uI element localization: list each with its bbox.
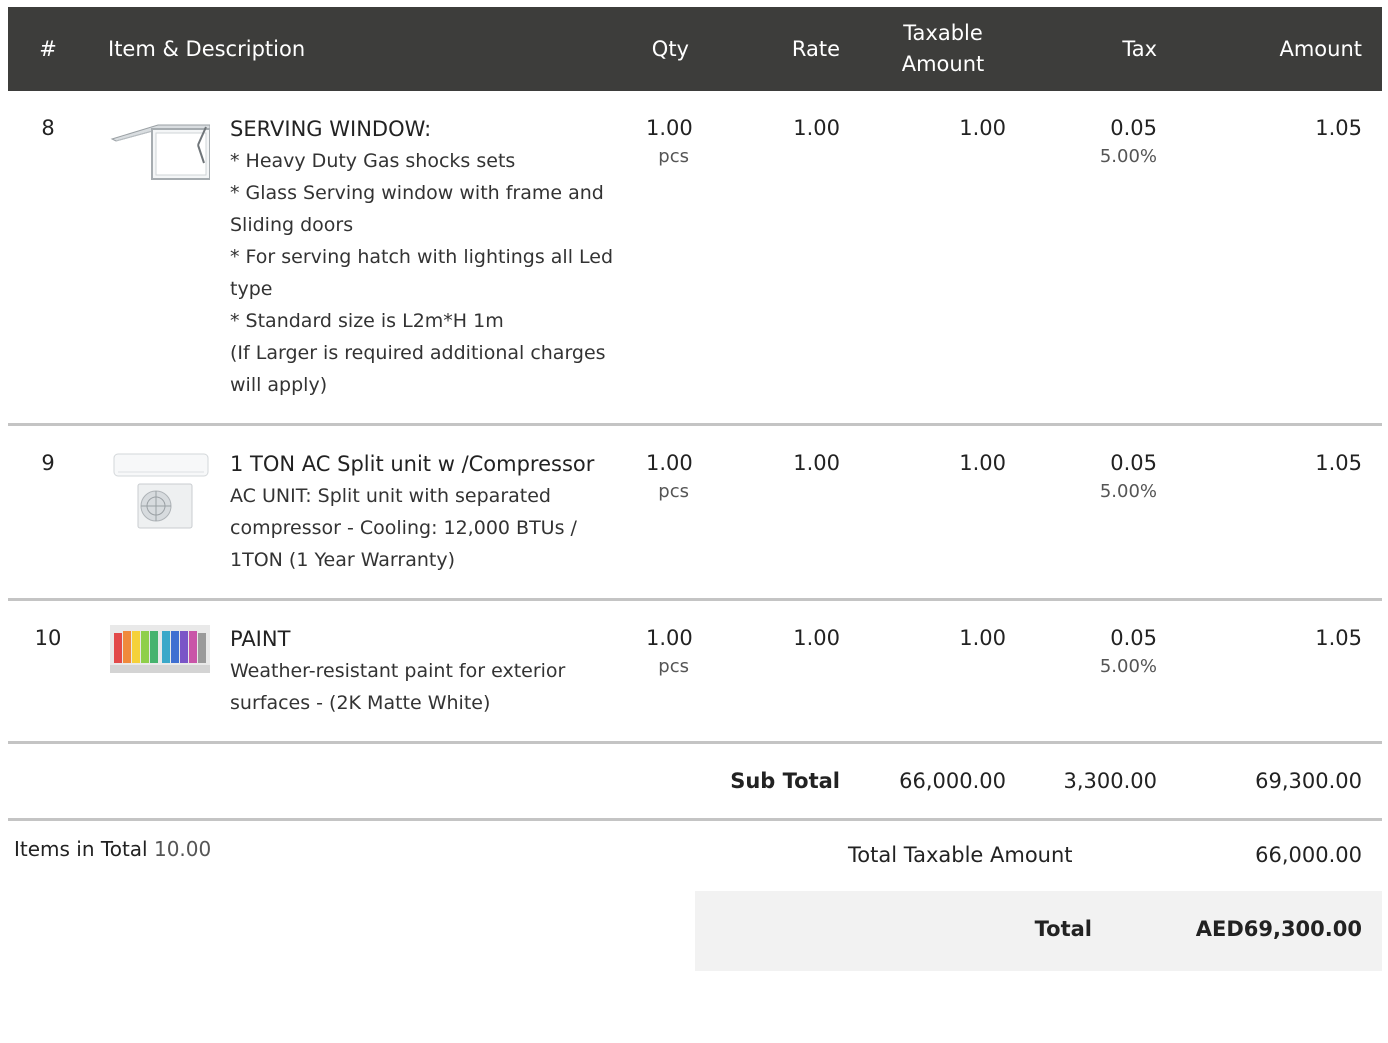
subtotal-label: Sub Total	[8, 742, 860, 821]
qty-value: 1.00	[646, 626, 693, 650]
item-description-line: * Glass Serving window with frame and Sl…	[230, 182, 604, 236]
taxable-amount-cell: 1.00	[860, 91, 1026, 426]
rate-cell: 1.00	[709, 91, 860, 426]
invoice-items-section: # Item & Description Qty Rate Taxable Am…	[8, 7, 1382, 981]
item-description-line: * Heavy Duty Gas shocks sets	[230, 150, 516, 172]
qty-value: 1.00	[646, 116, 693, 140]
row-number: 9	[8, 424, 88, 601]
line-items-table: # Item & Description Qty Rate Taxable Am…	[8, 7, 1382, 821]
header-taxable-line1: Taxable	[903, 21, 983, 45]
item-description: Weather-resistant paint for exterior sur…	[230, 655, 616, 719]
item-description-cell: PAINT Weather-resistant paint for exteri…	[88, 599, 626, 744]
item-description-line: (If Larger is required additional charge…	[230, 342, 606, 396]
amount-cell: 1.05	[1177, 599, 1382, 744]
header-qty: Qty	[626, 7, 709, 91]
amount-cell: 1.05	[1177, 424, 1382, 601]
tax-rate: 5.00%	[1099, 481, 1157, 502]
item-description-cell: 1 TON AC Split unit w /Compressor AC UNI…	[88, 424, 626, 601]
paint-swatches-image	[110, 623, 214, 681]
tax-value: 0.05	[1110, 116, 1157, 140]
qty-cell: 1.00 pcs	[626, 424, 709, 601]
header-amount: Amount	[1177, 7, 1382, 91]
tax-rate: 5.00%	[1099, 146, 1157, 167]
qty-unit: pcs	[658, 656, 689, 677]
item-description-line: * Standard size is L2m*H 1m	[230, 310, 504, 332]
rate-cell: 1.00	[709, 599, 860, 744]
subtotal-tax: 3,300.00	[1026, 742, 1177, 821]
taxable-amount-cell: 1.00	[860, 599, 1026, 744]
total-taxable-amount-label: Total Taxable Amount	[848, 843, 1073, 867]
grand-total-bar: Total AED69,300.00	[695, 891, 1382, 971]
items-in-total-value: 10.00	[153, 837, 212, 861]
items-in-total-label: Items in Total	[14, 837, 148, 861]
tax-cell: 0.05 5.00%	[1026, 599, 1177, 744]
qty-value: 1.00	[646, 451, 693, 475]
item-description-line: AC UNIT: Split unit with separated	[230, 485, 551, 507]
qty-cell: 1.00 pcs	[626, 91, 709, 426]
subtotal-taxable: 66,000.00	[860, 742, 1026, 821]
qty-unit: pcs	[658, 481, 689, 502]
item-name: PAINT	[230, 627, 291, 651]
table-row: 10 PAINT Weather-resistant paint for ext…	[8, 599, 1382, 744]
header-rate: Rate	[709, 7, 860, 91]
row-number: 8	[8, 91, 88, 426]
total-taxable-amount-value: 66,000.00	[1255, 843, 1362, 867]
table-row: 8 SERVING WINDOW: * Heavy Duty Gas shock…	[8, 91, 1382, 426]
tax-value: 0.05	[1110, 451, 1157, 475]
item-description-cell: SERVING WINDOW: * Heavy Duty Gas shocks …	[88, 91, 626, 426]
item-description-line: Weather-resistant paint for exterior sur…	[230, 660, 566, 714]
totals-section: Items in Total 10.00 Total Taxable Amoun…	[8, 821, 1382, 981]
tax-value: 0.05	[1110, 626, 1157, 650]
amount-cell: 1.05	[1177, 91, 1382, 426]
tax-cell: 0.05 5.00%	[1026, 91, 1177, 426]
subtotal-row: Sub Total 66,000.00 3,300.00 69,300.00	[8, 742, 1382, 821]
table-header-row: # Item & Description Qty Rate Taxable Am…	[8, 7, 1382, 91]
item-description: * Heavy Duty Gas shocks sets * Glass Ser…	[230, 145, 616, 401]
ac-split-unit-image	[110, 448, 214, 540]
serving-window-image	[110, 113, 214, 189]
item-description-line: compressor - Cooling: 12,000 BTUs / 1TON…	[230, 517, 577, 571]
header-taxable-amount: Taxable Amount	[860, 7, 1026, 91]
row-number: 10	[8, 599, 88, 744]
header-number: #	[8, 7, 88, 91]
qty-unit: pcs	[658, 146, 689, 167]
tax-rate: 5.00%	[1099, 656, 1157, 677]
grand-total-value: AED69,300.00	[1195, 917, 1362, 941]
header-tax: Tax	[1026, 7, 1177, 91]
subtotal-amount: 69,300.00	[1177, 742, 1382, 821]
item-name: 1 TON AC Split unit w /Compressor	[230, 452, 595, 476]
table-row: 9 1 TON AC Split unit w /Compressor AC U…	[8, 424, 1382, 601]
item-description: AC UNIT: Split unit with separated compr…	[230, 480, 616, 576]
grand-total-label: Total	[1034, 917, 1092, 941]
header-item-description: Item & Description	[88, 7, 626, 91]
items-in-total: Items in Total 10.00	[14, 837, 211, 861]
rate-cell: 1.00	[709, 424, 860, 601]
tax-cell: 0.05 5.00%	[1026, 424, 1177, 601]
taxable-amount-cell: 1.00	[860, 424, 1026, 601]
item-name: SERVING WINDOW:	[230, 117, 432, 141]
item-description-line: * For serving hatch with lightings all L…	[230, 246, 614, 300]
qty-cell: 1.00 pcs	[626, 599, 709, 744]
header-taxable-line2: Amount	[901, 52, 985, 76]
